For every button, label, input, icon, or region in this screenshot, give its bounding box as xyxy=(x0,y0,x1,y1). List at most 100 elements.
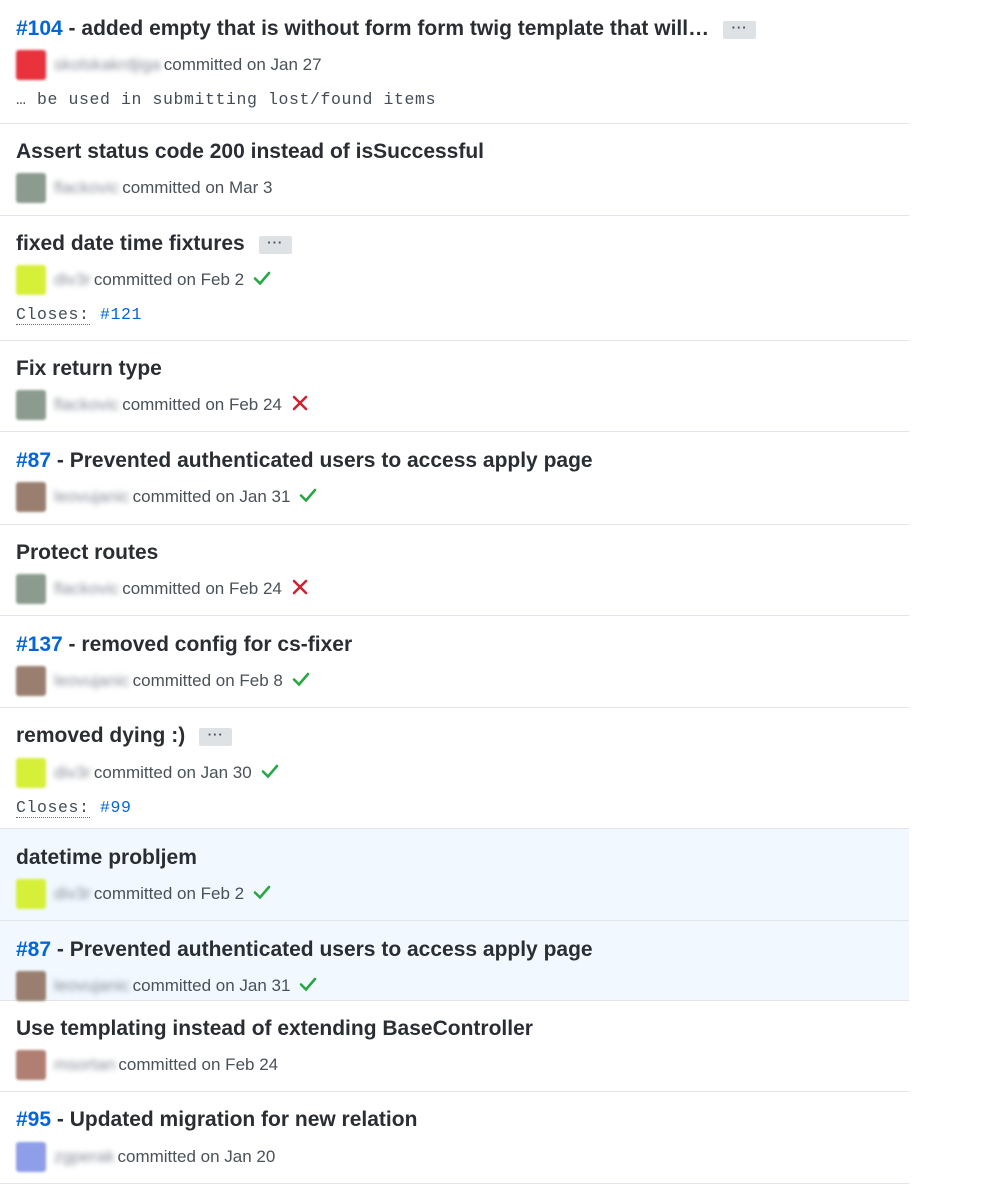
avatar[interactable] xyxy=(16,50,46,80)
author-name[interactable]: div3r xyxy=(54,884,91,904)
commit-meta: flackovic committed on Feb 24 xyxy=(16,389,310,421)
avatar[interactable] xyxy=(16,758,46,788)
commit-row: Fix return type flackovic committed on Feb… xyxy=(0,341,909,432)
check-icon[interactable] xyxy=(244,882,272,907)
avatar[interactable] xyxy=(16,265,46,295)
commit-date: committed on Jan 31 xyxy=(132,976,291,995)
x-icon[interactable] xyxy=(282,393,310,418)
commit-row: #104 - added empty that is without form … xyxy=(0,0,909,124)
expand-message-button[interactable]: ··· xyxy=(258,236,292,254)
issue-reference-link[interactable]: #99 xyxy=(100,798,132,817)
commit-meta: zgperak committed on Jan 20 xyxy=(16,1141,275,1173)
pull-request-link[interactable]: #104 xyxy=(16,17,63,40)
author-name[interactable]: leovujanic xyxy=(54,671,130,691)
title-separator: - xyxy=(62,633,82,656)
commit-row: #87 - Prevented authenticated users to a… xyxy=(0,432,909,525)
author-name[interactable]: flackovic xyxy=(54,395,119,415)
commit-title: fixed date time fixtures ··· xyxy=(16,231,292,257)
commit-title: #95 - Updated migration for new relation xyxy=(16,1107,417,1133)
check-icon[interactable] xyxy=(290,485,318,510)
author-name[interactable]: zgperak xyxy=(54,1147,114,1167)
avatar[interactable] xyxy=(16,390,46,420)
check-icon[interactable] xyxy=(252,761,280,786)
avatar[interactable] xyxy=(16,666,46,696)
commit-meta: leovujanic committed on Feb 8 xyxy=(16,665,311,697)
pull-request-link[interactable]: #87 xyxy=(16,938,51,961)
commit-date: committed on Jan 31 xyxy=(132,487,291,506)
commit-row: Use templating instead of extending Base… xyxy=(0,1001,909,1092)
commit-title: datetime probljem xyxy=(16,845,197,871)
commit-date: committed on Feb 24 xyxy=(122,579,282,598)
commit-message-link[interactable]: removed config for cs-fixer xyxy=(81,633,352,656)
commit-message-link[interactable]: datetime probljem xyxy=(16,846,197,869)
author-name[interactable]: msortan xyxy=(54,1055,115,1075)
commit-row: removed dying :) ··· div3r committed on Jan… xyxy=(0,708,909,829)
commit-message-link[interactable]: removed dying :) xyxy=(16,724,185,747)
author-name[interactable]: leovujanic xyxy=(54,976,130,996)
commit-date: committed on Feb 24 xyxy=(122,395,282,414)
author-name[interactable]: div3r xyxy=(54,763,91,783)
check-icon[interactable] xyxy=(290,974,318,999)
commit-message-link[interactable]: Protect routes xyxy=(16,541,158,564)
pull-request-link[interactable]: #137 xyxy=(16,633,63,656)
avatar[interactable] xyxy=(16,574,46,604)
commit-date: committed on Feb 8 xyxy=(132,671,283,690)
title-separator: - xyxy=(62,17,82,40)
expand-message-button[interactable]: ··· xyxy=(199,728,233,746)
author-name[interactable]: flackovic xyxy=(54,178,119,198)
avatar[interactable] xyxy=(16,1050,46,1080)
commit-message-link[interactable]: Fix return type xyxy=(16,357,162,380)
commit-row: Assert status code 200 instead of isSucc… xyxy=(0,124,909,216)
commit-title: removed dying :) ··· xyxy=(16,723,233,749)
commit-date: committed on Jan 20 xyxy=(117,1147,276,1166)
commit-row: fixed date time fixtures ··· div3r committe… xyxy=(0,216,909,341)
commit-message-link[interactable]: Updated migration for new relation xyxy=(70,1108,418,1131)
commit-title: #87 - Prevented authenticated users to a… xyxy=(16,448,593,474)
commit-date: committed on Jan 27 xyxy=(163,55,322,74)
title-separator: - xyxy=(51,449,70,472)
expand-message-button[interactable]: ··· xyxy=(723,21,757,39)
commit-meta: flackovic committed on Feb 24 xyxy=(16,573,310,605)
commit-date: committed on Feb 2 xyxy=(93,884,245,903)
commit-message-link[interactable]: added empty that is without form form tw… xyxy=(81,17,709,40)
commit-row: datetime probljem div3r committed on Feb 2 xyxy=(0,829,909,921)
commit-title: #137 - removed config for cs-fixer xyxy=(16,632,352,658)
commit-row: #137 - removed config for cs-fixer leovuj… xyxy=(0,616,909,708)
commit-description: Closes: #99 xyxy=(16,798,132,818)
commit-row: #95 - Updated migration for new relation… xyxy=(0,1092,909,1184)
avatar[interactable] xyxy=(16,971,46,1001)
title-separator: - xyxy=(51,938,70,961)
commit-title: Fix return type xyxy=(16,356,162,382)
commit-description-text: … be used in submitting lost/found items xyxy=(16,90,437,109)
pull-request-link[interactable]: #87 xyxy=(16,449,51,472)
commit-description: … be used in submitting lost/found items xyxy=(16,90,436,109)
pull-request-link[interactable]: #95 xyxy=(16,1108,51,1131)
author-name[interactable]: flackovic xyxy=(54,579,119,599)
avatar[interactable] xyxy=(16,482,46,512)
commit-message-link[interactable]: Prevented authenticated users to access … xyxy=(70,938,593,961)
issue-reference-link[interactable]: #121 xyxy=(100,305,142,324)
check-icon[interactable] xyxy=(283,669,311,694)
commit-message-link[interactable]: Prevented authenticated users to access … xyxy=(70,449,593,472)
commit-title: #87 - Prevented authenticated users to a… xyxy=(16,937,593,963)
author-name[interactable]: div3r xyxy=(54,270,91,290)
commit-meta: div3r committed on Feb 2 xyxy=(16,264,272,296)
avatar[interactable] xyxy=(16,173,46,203)
commit-title: Assert status code 200 instead of isSucc… xyxy=(16,139,484,165)
avatar[interactable] xyxy=(16,879,46,909)
author-name[interactable]: skolskakrdjiga xyxy=(54,55,161,75)
x-icon[interactable] xyxy=(282,577,310,602)
commit-meta: leovujanic committed on Jan 31 xyxy=(16,481,318,513)
commit-date: committed on Mar 3 xyxy=(122,178,273,197)
closes-label: Closes: xyxy=(16,798,90,818)
avatar[interactable] xyxy=(16,1142,46,1172)
commit-meta: div3r committed on Feb 2 xyxy=(16,878,272,910)
commit-meta: skolskakrdjiga committed on Jan 27 xyxy=(16,49,322,81)
commit-message-link[interactable]: Assert status code 200 instead of isSucc… xyxy=(16,140,484,163)
check-icon[interactable] xyxy=(244,268,272,293)
commit-title: Protect routes xyxy=(16,540,158,566)
commit-message-link[interactable]: Use templating instead of extending Base… xyxy=(16,1017,533,1040)
author-name[interactable]: leovujanic xyxy=(54,487,130,507)
commit-message-link[interactable]: fixed date time fixtures xyxy=(16,232,245,255)
commit-description: Closes: #121 xyxy=(16,305,142,325)
